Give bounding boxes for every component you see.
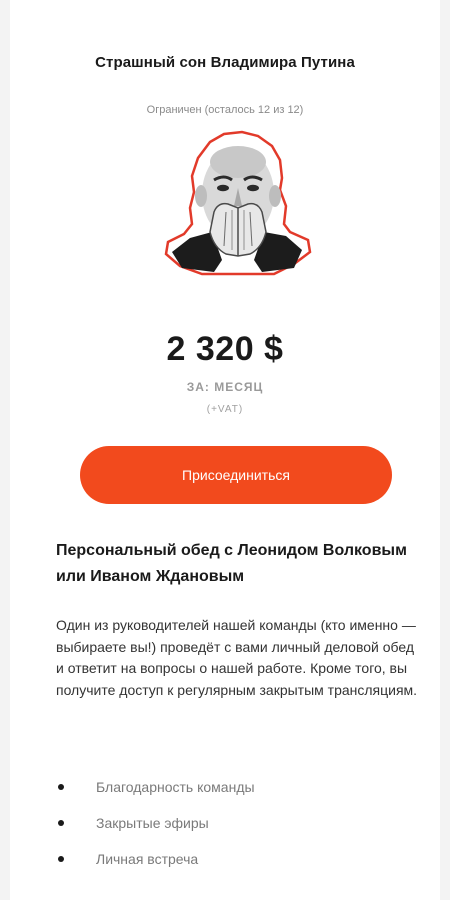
perk-list-item: Благодарность команды <box>56 775 396 811</box>
tier-period: ЗА: МЕСЯЦ <box>186 380 264 394</box>
perk-item-label: Личная встреча <box>96 851 199 867</box>
tier-card: Страшный сон Владимира Путина Ограничен … <box>10 0 440 900</box>
perk-list-item: Закрытые эфиры <box>56 811 396 847</box>
join-button[interactable]: Присоединиться <box>80 446 392 504</box>
perk-item-label: Закрытые эфиры <box>96 815 209 831</box>
bullet-icon <box>58 856 64 862</box>
perk-description: Один из руководителей нашей команды (кто… <box>56 617 418 698</box>
tier-vat-note: (+VAT) <box>206 404 244 415</box>
tier-price: 2 320 $ <box>166 330 284 368</box>
bullet-icon <box>58 820 64 826</box>
perk-list-item: Личная встреча <box>56 847 396 883</box>
perk-item-label: Благодарность команды <box>96 779 255 795</box>
tier-limit: Ограничен (осталось 12 из 12) <box>146 104 304 116</box>
perk-heading: Персональный обед с Леонидом Волковым ил… <box>56 542 407 585</box>
perk-list: Благодарность команды Закрытые эфиры Лич… <box>56 775 396 883</box>
tier-title: Страшный сон Владимира Путина <box>95 54 355 71</box>
tier-avatar <box>164 130 312 276</box>
bullet-icon <box>58 784 64 790</box>
